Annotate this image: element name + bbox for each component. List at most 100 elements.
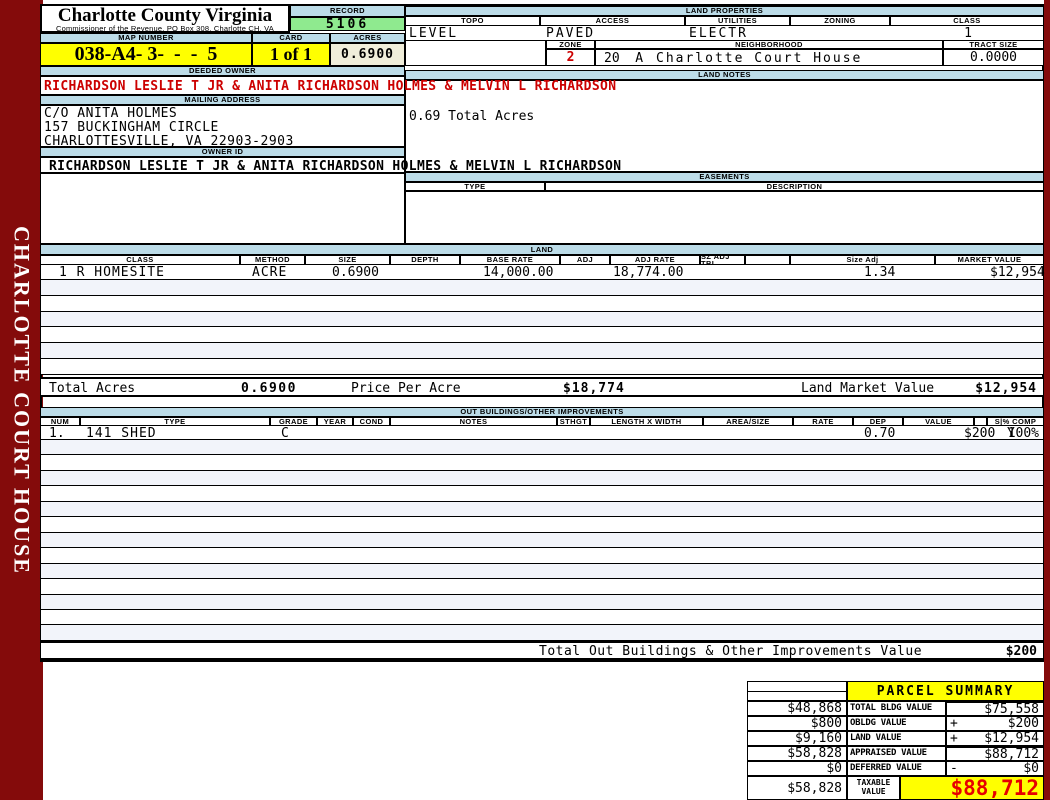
out-buildings-row: 1. 141 SHED C 0.70 $200 Y 100% xyxy=(40,426,1044,440)
land-blank-header xyxy=(745,255,790,265)
class-column-header: CLASS xyxy=(890,16,1044,26)
ob-type-header: TYPE xyxy=(80,417,270,426)
empty-table-row xyxy=(41,296,1043,312)
empty-table-row xyxy=(41,595,1043,610)
ob-sthgt-header: STHGT xyxy=(557,417,590,426)
land-market-value-label: Land Market Value xyxy=(801,381,934,396)
obldg-op: + xyxy=(950,716,958,731)
empty-table-row xyxy=(41,440,1043,455)
total-bldg-value-cell: $75,558 xyxy=(946,701,1044,716)
easement-description-header: DESCRIPTION xyxy=(545,182,1044,191)
parcel-summary-corner-cell xyxy=(747,681,847,701)
ob-grade-header: GRADE xyxy=(270,417,317,426)
total-acres-value: 0.6900 xyxy=(241,381,297,396)
ob-area-size-header: AREA/SIZE xyxy=(703,417,793,426)
prior-obldg-value: $800 xyxy=(747,716,847,731)
empty-table-row xyxy=(41,280,1043,296)
ob-row-type: 141 SHED xyxy=(86,426,157,441)
obldg-value-cell: + $200 xyxy=(946,716,1044,731)
land-value: $12,954 xyxy=(984,731,1039,746)
county-title: Charlotte County Virginia xyxy=(42,6,288,25)
topo-value: LEVEL xyxy=(409,26,458,41)
empty-table-row xyxy=(41,579,1043,594)
deferred-op: - xyxy=(950,761,958,776)
empty-table-row xyxy=(41,312,1043,328)
deferred-value: $0 xyxy=(1023,761,1039,776)
sidebar-banner: CHARLOTTE COURT HOUSE xyxy=(0,0,43,800)
map-number-label: MAP NUMBER xyxy=(40,33,252,43)
utilities-column-header: UTILITIES xyxy=(685,16,790,26)
obldg-value-label: OBLDG VALUE xyxy=(847,716,946,731)
zoning-column-header: ZONING xyxy=(790,16,890,26)
empty-table-row xyxy=(41,471,1043,486)
empty-table-row xyxy=(41,502,1043,517)
total-acres-label: Total Acres xyxy=(49,381,135,396)
tract-size-label: TRACT SIZE xyxy=(943,40,1044,49)
ob-row-num: 1. xyxy=(49,426,65,441)
prior-appraised-value: $58,828 xyxy=(747,746,847,761)
empty-table-row xyxy=(41,548,1043,563)
prior-deferred-value: $0 xyxy=(747,761,847,776)
land-adj-rate-header: ADJ RATE xyxy=(610,255,700,265)
ob-row-pct-comp: 100% xyxy=(1008,426,1039,441)
land-notes-text: 0.69 Total Acres xyxy=(409,109,534,124)
ob-dep-header: DEP xyxy=(853,417,903,426)
land-row-class: 1 R HOMESITE xyxy=(59,265,165,280)
owner-id-label: OWNER ID xyxy=(40,147,405,157)
ob-row-value: $200 xyxy=(964,426,995,441)
ob-num-header: NUM xyxy=(40,417,80,426)
ob-cond-header: COND xyxy=(353,417,390,426)
land-depth-header: DEPTH xyxy=(390,255,460,265)
total-bldg-value-label: TOTAL BLDG VALUE xyxy=(847,701,946,716)
access-column-header: ACCESS xyxy=(540,16,685,26)
deeded-owner-value: RICHARDSON LESLIE T JR & ANITA RICHARDSO… xyxy=(44,79,616,94)
empty-table-row xyxy=(41,359,1043,375)
neighborhood-value: Charlotte Court House xyxy=(656,51,862,66)
appraised-value-label: APPRAISED VALUE xyxy=(847,746,946,761)
appraised-value-cell: $88,712 xyxy=(946,746,1044,761)
land-adj-header: ADJ xyxy=(560,255,610,265)
land-size-header: SIZE xyxy=(305,255,390,265)
ob-pct-comp-header: S|% COMP xyxy=(987,417,1044,426)
prior-taxable-value: $58,828 xyxy=(747,776,847,800)
county-header-box: Charlotte County Virginia Commissioner o… xyxy=(40,4,290,33)
land-row-base-rate: 14,000.00 xyxy=(483,265,553,280)
land-row-adj-rate: 18,774.00 xyxy=(613,265,683,280)
land-value-label: LAND VALUE xyxy=(847,731,946,746)
county-subtitle: Commissioner of the Revenue, PO Box 308,… xyxy=(42,25,288,33)
parcel-summary-title: PARCEL SUMMARY xyxy=(847,681,1044,701)
land-row-market-value: $12,954 xyxy=(990,265,1045,280)
land-class-header: CLASS xyxy=(40,255,240,265)
topo-blank-box xyxy=(405,40,546,66)
price-per-acre-value: $18,774 xyxy=(563,381,625,396)
out-buildings-title: OUT BUILDINGS/OTHER IMPROVEMENTS xyxy=(40,407,1044,417)
access-value: PAVED xyxy=(546,26,595,41)
record-label: RECORD xyxy=(290,5,405,17)
land-value-op: + xyxy=(950,731,958,746)
land-row-size: 0.6900 xyxy=(332,265,379,280)
empty-table-row xyxy=(41,610,1043,625)
land-market-value-total: $12,954 xyxy=(975,381,1037,396)
land-market-value-header: MARKET VALUE xyxy=(935,255,1044,265)
sidebar-county-text: CHARLOTTE COURT HOUSE xyxy=(9,226,35,575)
neighborhood-label: NEIGHBORHOOD xyxy=(595,40,943,49)
land-empty-rows xyxy=(40,280,1044,375)
out-buildings-total-row: Total Out Buildings & Other Improvements… xyxy=(40,641,1044,660)
price-per-acre-label: Price Per Acre xyxy=(351,381,461,396)
land-base-rate-header: BASE RATE xyxy=(460,255,560,265)
record-value: 5106 xyxy=(290,17,405,31)
out-buildings-empty-rows xyxy=(40,440,1044,641)
deferred-value-label: DEFERRED VALUE xyxy=(847,761,946,776)
mailing-address-box: C/O ANITA HOLMES 157 BUCKINGHAM CIRCLE C… xyxy=(40,105,405,147)
parcel-summary-table: PARCEL SUMMARY $48,868 TOTAL BLDG VALUE … xyxy=(747,681,1044,800)
land-method-header: METHOD xyxy=(240,255,305,265)
class-value: 1 xyxy=(891,26,1045,41)
taxable-value: $88,712 xyxy=(900,776,1044,800)
land-row-method: ACRE xyxy=(252,265,287,280)
out-buildings-column-headers: NUM TYPE GRADE YEAR COND NOTES STHGT LEN… xyxy=(40,417,1044,426)
easement-type-header: TYPE xyxy=(405,182,545,191)
easements-box xyxy=(405,191,1044,244)
land-row-size-adj: 1.34 xyxy=(864,265,895,280)
zone-value: 2 xyxy=(546,49,595,66)
right-maroon-strip xyxy=(1044,0,1050,800)
